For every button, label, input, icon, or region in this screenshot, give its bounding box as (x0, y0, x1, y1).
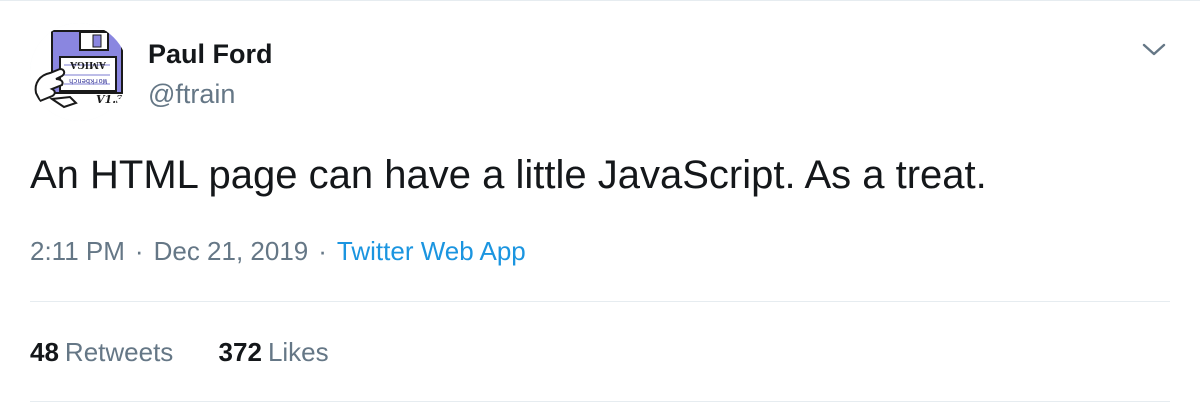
meta-separator: · (134, 236, 144, 266)
retweets-label: Retweets (64, 337, 174, 367)
chevron-down-icon[interactable] (1138, 37, 1170, 61)
likes-stat[interactable]: 372 Likes (219, 337, 329, 367)
avatar[interactable]: Workbench AMIGA V1.3 (30, 23, 128, 121)
tweet-stats: 48 Retweets 372 Likes (30, 335, 367, 369)
likes-label: Likes (267, 337, 329, 367)
tweet-date[interactable]: Dec 21, 2019 (154, 236, 309, 266)
tweet-card: Workbench AMIGA V1.3 Paul Ford @ftrain A… (0, 0, 1200, 402)
likes-count: 372 (218, 337, 262, 367)
retweets-count: 48 (30, 337, 59, 367)
tweet-time[interactable]: 2:11 PM (30, 236, 125, 266)
tweet-source-link[interactable]: Twitter Web App (337, 236, 526, 266)
meta-separator: · (318, 236, 327, 266)
tweet-meta: 2:11 PM · Dec 21, 2019 · Twitter Web App (30, 234, 526, 268)
divider (30, 301, 1170, 302)
user-handle[interactable]: @ftrain (148, 77, 235, 111)
svg-text:AMIGA: AMIGA (69, 59, 107, 69)
retweets-stat[interactable]: 48 Retweets (30, 337, 173, 367)
svg-text:V1.3: V1.3 (96, 93, 124, 106)
tweet-text: An HTML page can have a little JavaScrip… (30, 153, 987, 197)
display-name[interactable]: Paul Ford (148, 37, 273, 71)
amiga-disk-icon: Workbench AMIGA V1.3 (30, 23, 128, 121)
svg-text:Workbench: Workbench (69, 77, 107, 85)
